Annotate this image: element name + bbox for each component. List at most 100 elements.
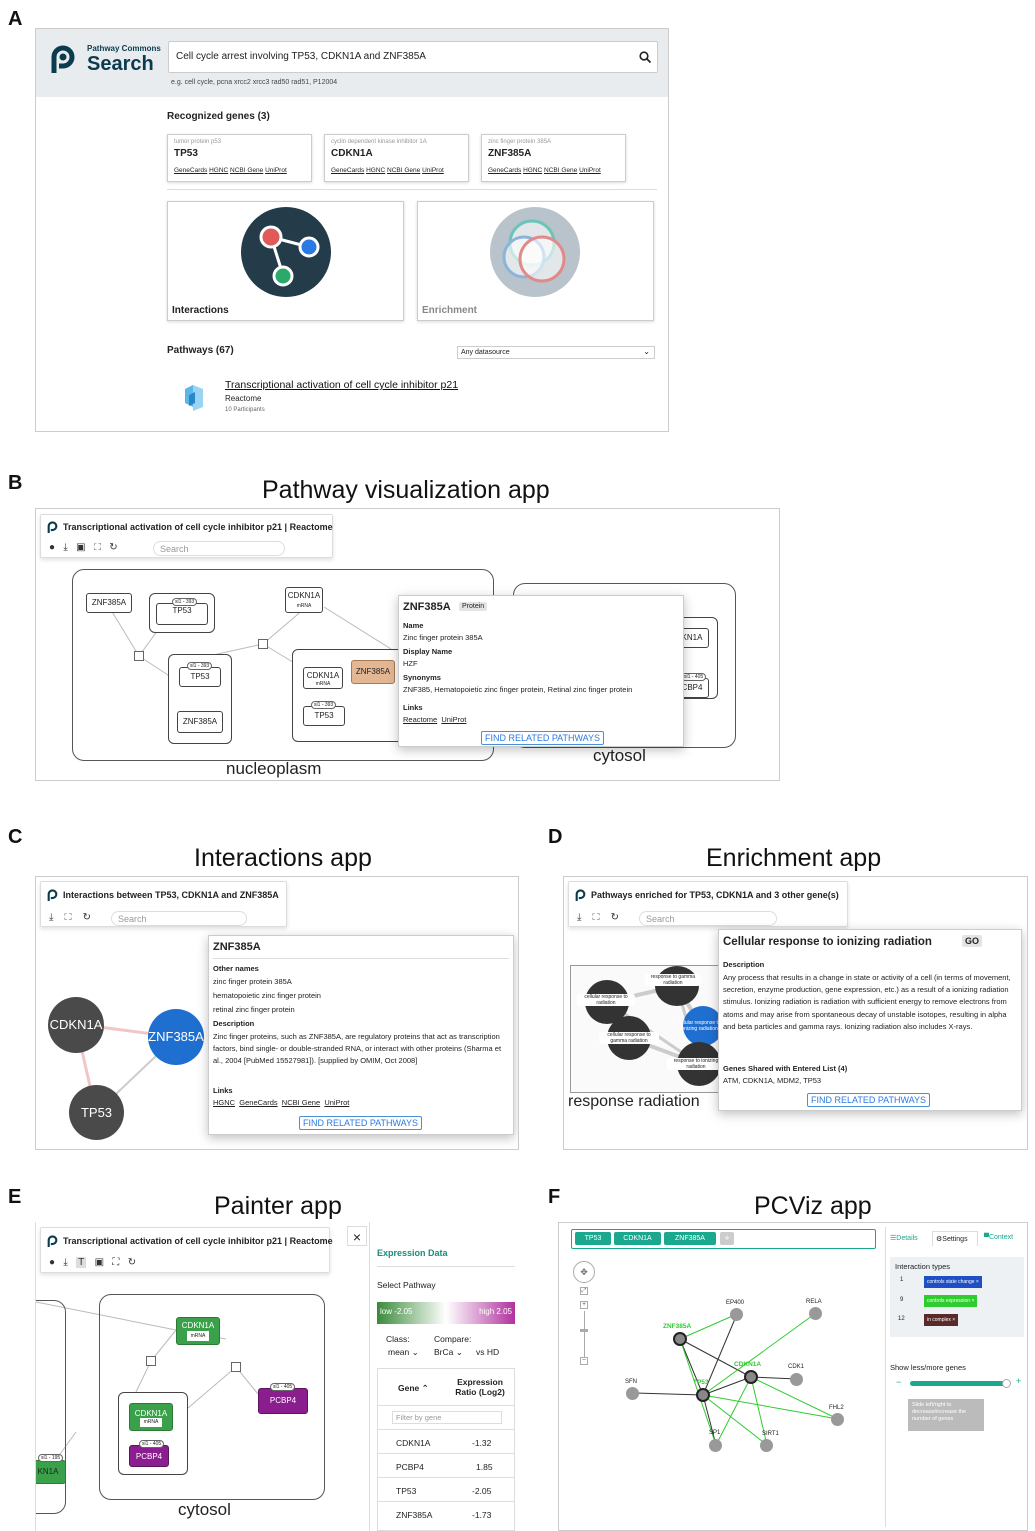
popup-link[interactable]: UniProt (324, 1098, 349, 1107)
node-tp53[interactable]: TP53 (303, 706, 345, 726)
gene-link[interactable]: UniProt (579, 167, 601, 174)
process-node[interactable] (146, 1356, 156, 1366)
gene-link[interactable]: NCBI Gene (544, 167, 577, 174)
node-tp53[interactable]: TP53 (156, 603, 208, 625)
process-node[interactable] (231, 1362, 241, 1372)
search-icon[interactable] (639, 51, 652, 64)
popup-link[interactable]: Reactome (403, 715, 437, 724)
tab-details[interactable]: ☰Details (890, 1234, 918, 1242)
reset-icon[interactable]: ↻ (611, 912, 619, 923)
download-icon[interactable]: ⤓ (63, 1257, 67, 1268)
interaction-type-filter[interactable]: controls expression × (924, 1295, 978, 1307)
pathway-result-title[interactable]: Transcriptional activation of cell cycle… (225, 379, 458, 391)
expand-icon[interactable]: ⛶ (94, 542, 101, 553)
fit-icon[interactable]: ▣ (95, 1257, 104, 1268)
close-icon[interactable]: × (347, 1226, 367, 1246)
gene-link[interactable]: GeneCards (331, 167, 364, 174)
gene-link[interactable]: UniProt (422, 167, 444, 174)
gene-node-tp53[interactable] (696, 1388, 710, 1402)
gene-node[interactable] (760, 1439, 773, 1452)
table-row[interactable]: PCBP4 1.85 (378, 1453, 514, 1477)
expand-icon[interactable]: ⛶ (65, 912, 72, 923)
find-related-pathways-button[interactable]: FIND RELATED PATHWAYS (807, 1093, 931, 1107)
node-cdkn1a[interactable]: CDKN1A mRNA (129, 1403, 173, 1431)
gene-node-cdkn1a[interactable] (744, 1370, 758, 1384)
complex-node[interactable]: TP53 sl1 - 393 (149, 593, 215, 633)
gene-node[interactable] (831, 1413, 844, 1426)
search-input[interactable]: Search (639, 911, 777, 926)
fit-icon[interactable]: ▣ (76, 542, 85, 553)
enrichment-node[interactable] (655, 966, 699, 1006)
datasource-select[interactable]: Any datasource ⌄ (457, 346, 655, 359)
node-znf385a[interactable]: ZNF385A (177, 711, 223, 733)
gene-link[interactable]: HGNC (366, 167, 385, 174)
gene-card-cdkn1a[interactable]: cyclin dependent kinase inhibitor 1A CDK… (324, 134, 469, 182)
pathway-commons-logo-icon[interactable] (47, 521, 58, 534)
node-tp53[interactable]: TP53 (179, 667, 221, 687)
search-input[interactable]: Search (153, 541, 285, 556)
paint-icon[interactable]: T (76, 1257, 87, 1268)
pathway-commons-logo-icon[interactable] (47, 889, 58, 902)
interactions-card[interactable]: Interactions (167, 201, 404, 321)
class-select[interactable]: mean ⌄ (388, 1347, 419, 1358)
node-cdkn1a[interactable]: CDKN1A (48, 997, 104, 1053)
popup-link[interactable]: HGNC (213, 1098, 235, 1107)
enrichment-card[interactable]: Enrichment (417, 201, 654, 321)
pathway-commons-logo-icon[interactable] (50, 45, 76, 75)
table-row[interactable]: TP53 -2.05 (378, 1477, 514, 1501)
expand-icon[interactable]: ⛶ (112, 1257, 119, 1268)
complex-node[interactable]: CDKN1A mRNA ZNF385A TP53 sl1 - 393 (292, 649, 406, 742)
col-gene-header[interactable]: Gene ⌃ (398, 1383, 429, 1394)
interaction-type-filter[interactable]: in complex × (924, 1314, 959, 1326)
gene-link[interactable]: NCBI Gene (230, 167, 263, 174)
gene-link[interactable]: HGNC (209, 167, 228, 174)
popup-link[interactable]: GeneCards (239, 1098, 277, 1107)
node-znf385a[interactable]: ZNF385A (86, 593, 132, 613)
gene-link[interactable]: GeneCards (488, 167, 521, 174)
node-cdkn1a-mrna[interactable]: CDKN1A mRNA (176, 1317, 220, 1345)
complex-node[interactable]: CDKN1A mRNA PCBP4 sl1 - 405 (118, 1392, 188, 1475)
complex-node[interactable]: TP53 sl1 - 393 ZNF385A (168, 654, 232, 744)
reset-icon[interactable]: ↻ (109, 542, 117, 553)
search-input[interactable]: Search (111, 911, 247, 926)
info-icon[interactable]: ● (49, 542, 55, 553)
node-cdkn1a-mrna[interactable]: CDKN1A mRNA (285, 587, 323, 613)
find-related-pathways-button[interactable]: FIND RELATED PATHWAYS (481, 731, 605, 745)
pathway-commons-logo-icon[interactable] (575, 889, 586, 902)
gene-link[interactable]: NCBI Gene (387, 167, 420, 174)
gene-card-znf385a[interactable]: zinc finger protein 385A ZNF385A GeneCar… (481, 134, 626, 182)
node-znf385a[interactable]: ZNF385A (148, 1009, 204, 1065)
node-cdkn1a-partial[interactable]: KN1A (36, 1460, 66, 1484)
expand-icon[interactable]: ⛶ (593, 912, 600, 923)
gene-node[interactable] (809, 1307, 822, 1320)
select-pathway-label[interactable]: Select Pathway (377, 1280, 436, 1290)
popup-link[interactable]: UniProt (441, 715, 466, 724)
reset-icon[interactable]: ↻ (83, 912, 91, 923)
node-znf385a-highlighted[interactable]: ZNF385A (351, 660, 395, 684)
gene-count-slider[interactable] (910, 1381, 1006, 1386)
interaction-type-filter[interactable]: controls state change × (924, 1276, 982, 1288)
gene-link[interactable]: GeneCards (174, 167, 207, 174)
filter-input[interactable]: Filter by gene (392, 1411, 502, 1424)
gene-link[interactable]: HGNC (523, 167, 542, 174)
gene-node-znf385a[interactable] (673, 1332, 687, 1346)
node-cdkn1a[interactable]: CDKN1A mRNA (303, 667, 343, 689)
download-icon[interactable]: ⤓ (577, 912, 581, 923)
search-input[interactable]: Cell cycle arrest involving TP53, CDKN1A… (168, 41, 658, 73)
node-pcbp4[interactable]: PCBP4 (258, 1388, 308, 1414)
process-node[interactable] (258, 639, 268, 649)
gene-card-tp53[interactable]: tumor protein p53 TP53 GeneCards HGNC NC… (167, 134, 312, 182)
gene-node[interactable] (790, 1373, 803, 1386)
col-ratio-header[interactable]: Expression Ratio (Log2) (448, 1377, 512, 1397)
gene-node[interactable] (709, 1439, 722, 1452)
gene-count-slider-handle[interactable] (1002, 1379, 1011, 1388)
download-icon[interactable]: ⤓ (49, 912, 53, 923)
find-related-pathways-button[interactable]: FIND RELATED PATHWAYS (299, 1116, 423, 1130)
info-icon[interactable]: ● (49, 1257, 55, 1268)
popup-link[interactable]: NCBI Gene (282, 1098, 320, 1107)
tab-context[interactable]: ▀Context (984, 1234, 1013, 1241)
fewer-genes-icon[interactable]: − (896, 1377, 901, 1387)
table-row[interactable]: ZNF385A -1.73 (378, 1501, 514, 1525)
more-genes-icon[interactable]: + (1016, 1376, 1021, 1386)
gene-node[interactable] (730, 1308, 743, 1321)
